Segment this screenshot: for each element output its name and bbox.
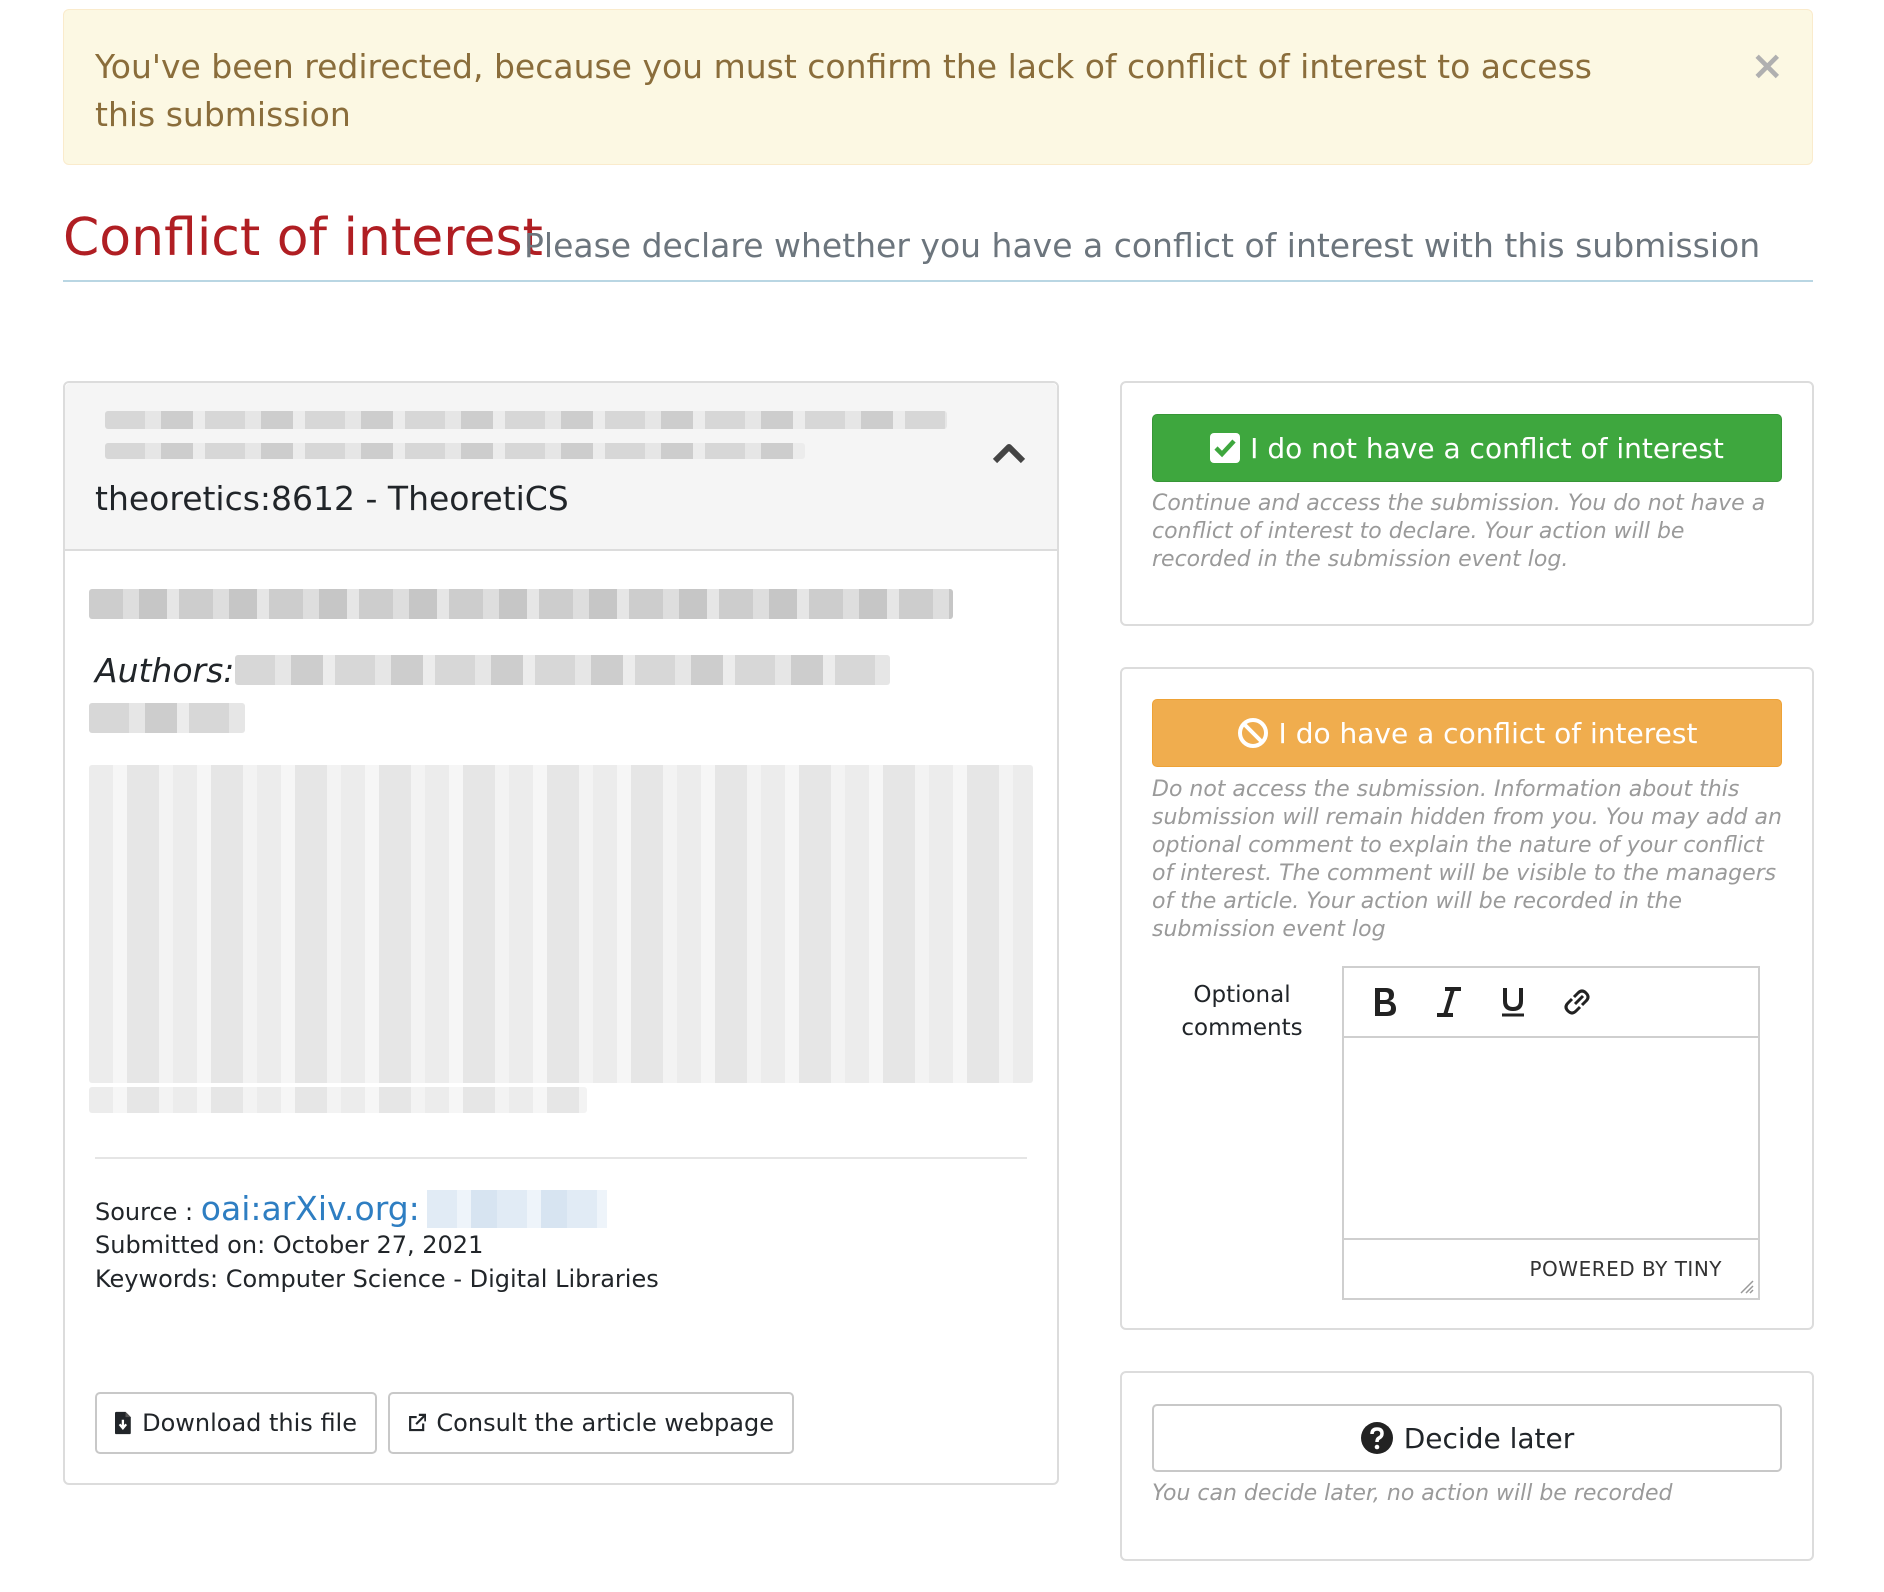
redacted-title-line-2 <box>105 443 805 459</box>
redacted-abstract-end <box>89 1087 587 1113</box>
conflict-help: Do not access the submission. Informatio… <box>1152 777 1782 942</box>
underline-icon <box>1502 988 1524 1017</box>
editor-statusbar: POWERED BY TINY <box>1344 1238 1758 1298</box>
external-link-icon <box>409 1413 427 1432</box>
comment-editor: POWERED BY TINY <box>1342 966 1760 1300</box>
decide-later-label: Decide later <box>1403 1421 1575 1455</box>
chevron-up-icon[interactable] <box>991 439 1027 467</box>
redacted-abstract <box>89 765 1033 1083</box>
source-line: Source : oai:arXiv.org: <box>95 1189 608 1228</box>
italic-icon <box>1437 987 1461 1017</box>
alert-message: You've been redirected, because you must… <box>95 47 1592 134</box>
decide-later-help: You can decide later, no action will be … <box>1152 1481 1673 1506</box>
page-subtitle: Please declare whether you have a confli… <box>524 226 1761 265</box>
download-file-button[interactable]: Download this file <box>95 1392 377 1454</box>
optional-comments-label: Optional comments <box>1181 982 1303 1041</box>
no-conflict-label: I do not have a conflict of interest <box>1250 431 1724 465</box>
source-label: Source : <box>95 1198 194 1226</box>
alert-close-button[interactable]: × <box>1750 46 1784 86</box>
keywords: Keywords: Computer Science - Digital Lib… <box>95 1265 659 1293</box>
italic-button[interactable] <box>1424 977 1474 1027</box>
underline-button[interactable] <box>1488 977 1538 1027</box>
conflict-card: I do have a conflict of interest Do not … <box>1120 667 1814 1330</box>
decide-later-button[interactable]: Decide later <box>1152 1404 1782 1472</box>
file-download-icon <box>115 1411 131 1435</box>
page-header: Conflict of interest Please declare whet… <box>63 204 1813 282</box>
submission-panel: theoretics:8612 - TheoretiCS Authors: So… <box>63 381 1059 1485</box>
submission-panel-header[interactable]: theoretics:8612 - TheoretiCS <box>65 383 1057 551</box>
comment-editor-body[interactable] <box>1344 1038 1758 1240</box>
download-file-label: Download this file <box>142 1409 357 1437</box>
link-icon <box>1564 989 1590 1015</box>
source-link[interactable]: oai:arXiv.org: <box>201 1189 420 1228</box>
editor-branding[interactable]: POWERED BY TINY <box>1530 1257 1723 1281</box>
conflict-label: I do have a conflict of interest <box>1278 716 1698 750</box>
no-conflict-help: Continue and access the submission. You … <box>1152 491 1766 572</box>
no-conflict-card: I do not have a conflict of interest Con… <box>1120 381 1814 626</box>
authors-label: Authors: <box>95 651 235 690</box>
consult-article-button[interactable]: Consult the article webpage <box>388 1392 794 1454</box>
no-conflict-button[interactable]: I do not have a conflict of interest <box>1152 414 1782 482</box>
submission-identifier: theoretics:8612 - TheoretiCS <box>95 479 569 518</box>
bold-icon <box>1375 988 1396 1016</box>
link-button[interactable] <box>1552 977 1602 1027</box>
redacted-authors-cont <box>89 703 245 733</box>
check-square-icon <box>1210 433 1241 463</box>
conflict-button[interactable]: I do have a conflict of interest <box>1152 699 1782 767</box>
resize-handle-icon[interactable] <box>1738 1278 1754 1294</box>
panel-divider <box>95 1157 1027 1159</box>
redacted-authors <box>235 655 890 685</box>
question-circle-icon <box>1360 1422 1393 1454</box>
consult-article-label: Consult the article webpage <box>436 1409 774 1437</box>
submitted-date: Submitted on: October 27, 2021 <box>95 1231 484 1259</box>
redacted-source-id <box>427 1190 608 1228</box>
redacted-title-line-1 <box>105 411 947 429</box>
bold-button[interactable] <box>1360 977 1410 1027</box>
decide-later-card: Decide later You can decide later, no ac… <box>1120 1371 1814 1561</box>
ban-icon <box>1237 718 1268 748</box>
redirect-alert: You've been redirected, because you must… <box>63 9 1813 165</box>
redacted-subtitle <box>89 589 953 619</box>
editor-toolbar <box>1344 968 1758 1038</box>
page-title: Conflict of interest <box>63 208 543 268</box>
